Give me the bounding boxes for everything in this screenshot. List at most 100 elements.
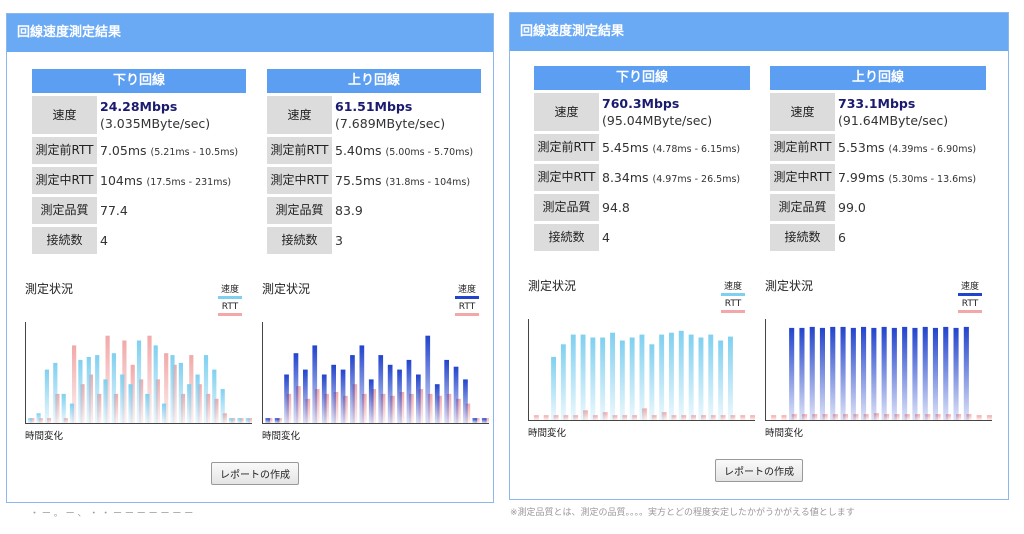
speed-label: 速度 bbox=[32, 96, 97, 134]
quality-row: 測定品質 77.4 bbox=[32, 197, 246, 224]
rtt-before-label: 測定前RTT bbox=[770, 134, 835, 161]
speed-bar bbox=[350, 355, 355, 423]
speed-bar bbox=[619, 340, 625, 420]
quality-row: 測定品質 94.8 bbox=[534, 194, 750, 221]
create-report-button[interactable]: レポートの作成 bbox=[715, 459, 803, 482]
speed-bar bbox=[303, 369, 308, 423]
download-speed-value: 760.3Mbps bbox=[602, 96, 680, 111]
rtt-bar bbox=[976, 415, 982, 421]
speed-bar bbox=[551, 356, 556, 420]
rtt-before-label: 測定前RTT bbox=[267, 137, 332, 164]
graph-xlabel: 時間変化 bbox=[25, 431, 64, 442]
graph-title: 測定状況 bbox=[25, 282, 74, 296]
graph-plot-area bbox=[528, 319, 755, 422]
speed-bar bbox=[425, 335, 431, 423]
speed-bar bbox=[881, 326, 887, 420]
legend-speed: 速度 bbox=[720, 279, 746, 296]
speed-bar bbox=[688, 334, 694, 420]
result-panel-2: 回線速度測定結果 下り回線 速度 760.3Mbps (95.04MByte/se… bbox=[509, 12, 1009, 500]
speed-bar bbox=[629, 337, 635, 420]
connections-value: 3 bbox=[335, 233, 343, 248]
speed-bar bbox=[444, 359, 449, 423]
quality-label: 測定品質 bbox=[32, 197, 97, 224]
create-report-button[interactable]: レポートの作成 bbox=[211, 462, 299, 485]
rtt-before-range: (4.39ms - 6.90ms) bbox=[888, 144, 977, 155]
rtt-before-row: 測定前RTT 7.05ms (5.21ms - 10.5ms) bbox=[32, 137, 246, 164]
speed-bar bbox=[406, 359, 412, 423]
speed-bar bbox=[819, 327, 825, 420]
speed-bar bbox=[850, 327, 856, 420]
speed-bar bbox=[95, 355, 100, 423]
speed-bar bbox=[416, 374, 421, 423]
speed-bar bbox=[203, 355, 209, 423]
graph-title: 測定状況 bbox=[765, 279, 814, 293]
speed-bar bbox=[378, 355, 384, 423]
speed-bar bbox=[463, 379, 468, 423]
download-heading: 下り回線 bbox=[32, 69, 246, 93]
graph-plot-area bbox=[262, 322, 489, 424]
speed-label: 速度 bbox=[267, 96, 332, 134]
speed-bar bbox=[922, 326, 928, 420]
speed-label: 速度 bbox=[770, 93, 835, 131]
quality-value: 77.4 bbox=[100, 203, 128, 218]
connections-value: 4 bbox=[100, 233, 108, 248]
speed-bar bbox=[78, 359, 83, 423]
speed-bar bbox=[481, 418, 487, 424]
speed-bar bbox=[220, 389, 225, 423]
connections-row: 接続数 3 bbox=[267, 227, 481, 254]
upload-speed-value: 61.51Mbps bbox=[335, 99, 413, 114]
footer-note: ※測定品質とは、測定の品質。。。。実方とどの程度安定したかがうかがえる値とします bbox=[510, 508, 855, 518]
speed-bar bbox=[639, 334, 645, 420]
speed-bar bbox=[170, 355, 175, 423]
speed-bar bbox=[162, 403, 167, 423]
connections-value: 6 bbox=[838, 230, 846, 245]
upload-speed-mbyte: (91.64MByte/sec) bbox=[838, 113, 949, 128]
graph-plot-area bbox=[25, 322, 252, 424]
speed-bar bbox=[153, 345, 158, 423]
legend-speed: 速度 bbox=[957, 279, 983, 296]
rtt-bar bbox=[986, 415, 992, 421]
speed-bar bbox=[649, 344, 655, 420]
rtt-before-row: 測定前RTT 5.45ms (4.78ms - 6.15ms) bbox=[534, 134, 750, 161]
speed-bar bbox=[128, 384, 133, 423]
speed-bar bbox=[86, 357, 91, 423]
speed-bar bbox=[912, 327, 918, 420]
quality-label: 測定品質 bbox=[267, 197, 332, 224]
upload-heading: 上り回線 bbox=[267, 69, 481, 93]
rtt-during-value: 7.99ms bbox=[838, 170, 885, 185]
connections-label: 接続数 bbox=[267, 227, 332, 254]
connections-row: 接続数 6 bbox=[770, 224, 986, 251]
connections-label: 接続数 bbox=[32, 227, 97, 254]
rtt-before-value: 7.05ms bbox=[100, 143, 147, 158]
legend-rtt: RTT bbox=[454, 302, 480, 316]
speed-bar bbox=[61, 393, 66, 423]
panel-title: 回線速度測定結果 bbox=[510, 13, 1008, 51]
rtt-during-value: 75.5ms bbox=[335, 173, 382, 188]
graph-title: 測定状況 bbox=[262, 282, 311, 296]
result-panel-1: 回線速度測定結果 下り回線 速度 24.28Mbps (3.035MByte/se… bbox=[6, 13, 494, 503]
rtt-bar bbox=[771, 415, 777, 421]
upload-graph: 測定状況 速度 RTT 時間変化 bbox=[765, 277, 992, 442]
upload-column: 上り回線 速度 733.1Mbps (91.64MByte/sec) 測定前RTT… bbox=[770, 66, 986, 251]
speed-bar bbox=[453, 366, 459, 423]
download-speed-mbyte: (3.035MByte/sec) bbox=[100, 116, 211, 131]
rtt-bar bbox=[543, 415, 549, 421]
speed-bar bbox=[293, 353, 299, 423]
speed-bar bbox=[245, 418, 250, 424]
speed-bar bbox=[580, 334, 586, 420]
connections-row: 接続数 4 bbox=[534, 224, 750, 251]
upload-speed-value: 733.1Mbps bbox=[838, 96, 916, 111]
rtt-before-value: 5.40ms bbox=[335, 143, 382, 158]
connections-value: 4 bbox=[602, 230, 610, 245]
speed-bar bbox=[36, 413, 41, 423]
quality-value: 99.0 bbox=[838, 200, 866, 215]
speed-bar bbox=[718, 340, 724, 420]
connections-row: 接続数 4 bbox=[32, 227, 246, 254]
speed-bar bbox=[120, 374, 125, 423]
rtt-during-label: 測定中RTT bbox=[770, 164, 835, 191]
speed-bar bbox=[600, 337, 606, 420]
rtt-before-value: 5.45ms bbox=[602, 140, 649, 155]
speed-bar bbox=[195, 374, 200, 423]
speed-bar bbox=[229, 418, 234, 424]
rtt-during-range: (5.30ms - 13.6ms) bbox=[888, 174, 977, 185]
